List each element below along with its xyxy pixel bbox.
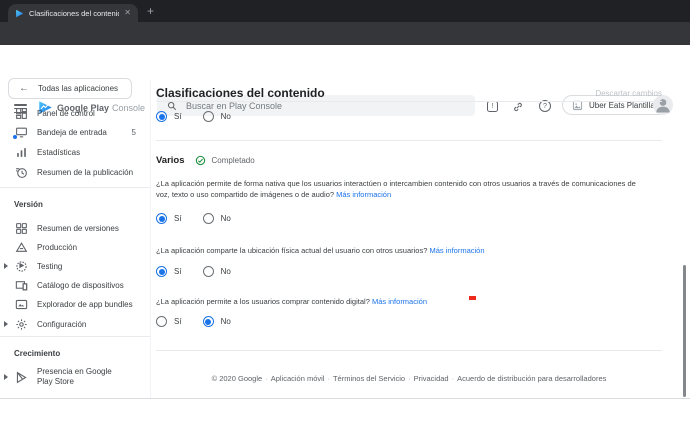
testing-icon bbox=[14, 259, 28, 273]
history-icon bbox=[14, 165, 28, 179]
search-icon bbox=[167, 101, 177, 111]
footer-link-privacidad[interactable]: Privacidad bbox=[414, 374, 449, 383]
sidebar-item-presencia-play-store[interactable]: Presencia en Google Play Store bbox=[0, 364, 150, 390]
link-icon[interactable] bbox=[512, 101, 524, 113]
section-status: Completado bbox=[212, 156, 255, 165]
sidebar-item-estadisticas[interactable]: Estadísticas bbox=[0, 143, 150, 161]
sidebar-item-catalogo-dispositivos[interactable]: Catálogo de dispositivos bbox=[0, 276, 150, 294]
footer-link-terminos[interactable]: Términos del Servicio bbox=[333, 374, 405, 383]
tab-close-icon[interactable]: ✕ bbox=[124, 9, 131, 17]
check-circle-icon bbox=[195, 155, 206, 166]
sidebar-item-bandeja-de-entrada[interactable]: Bandeja de entrada 5 bbox=[0, 123, 150, 141]
bundle-explorer-icon bbox=[14, 297, 28, 311]
sidebar-item-testing[interactable]: Testing bbox=[0, 257, 150, 275]
sidebar-item-panel-de-control[interactable]: Panel de control bbox=[0, 104, 150, 122]
copyright: © 2020 Google bbox=[212, 374, 263, 383]
content-divider bbox=[156, 101, 662, 102]
chevron-right-icon[interactable] bbox=[4, 263, 8, 269]
radio-yes[interactable] bbox=[156, 266, 167, 277]
radio-group-q2: Sí No bbox=[156, 266, 231, 277]
browser-window: Clasificaciones del contenido ✕ + ← → pl… bbox=[0, 0, 690, 431]
radio-no[interactable] bbox=[203, 266, 214, 277]
section-title: Varios bbox=[156, 155, 185, 166]
feedback-icon[interactable]: ! bbox=[487, 101, 498, 112]
section-divider bbox=[156, 140, 662, 141]
chevron-right-icon[interactable] bbox=[4, 374, 8, 380]
account-avatar[interactable] bbox=[653, 95, 673, 115]
sidebar-section-crecimiento: Crecimiento bbox=[14, 349, 60, 358]
releases-grid-icon bbox=[14, 221, 28, 235]
radio-group-top: Sí No bbox=[156, 111, 231, 122]
notification-dot bbox=[13, 135, 17, 139]
question-1: ¿La aplicación permite de forma nativa q… bbox=[156, 178, 638, 200]
more-info-link[interactable]: Más información bbox=[336, 190, 391, 199]
page-footer: © 2020 Google·Aplicación móvil·Términos … bbox=[156, 374, 662, 383]
app-header: Google PlayConsole Buscar en Play Consol… bbox=[0, 45, 690, 80]
radio-group-q1: Sí No bbox=[156, 213, 231, 224]
sidebar-divider-vertical bbox=[150, 80, 151, 398]
radio-yes[interactable] bbox=[156, 111, 167, 122]
browser-tab[interactable]: Clasificaciones del contenido ✕ bbox=[8, 4, 138, 22]
sidebar-item-resumen-versiones[interactable]: Resumen de versiones bbox=[0, 219, 150, 237]
chevron-right-icon[interactable] bbox=[4, 321, 8, 327]
tab-strip: Clasificaciones del contenido ✕ + bbox=[0, 0, 690, 22]
stats-icon bbox=[14, 145, 28, 159]
sidebar-section-version: Versión bbox=[14, 200, 43, 209]
dashboard-icon bbox=[14, 106, 28, 120]
more-info-link[interactable]: Más información bbox=[430, 246, 485, 255]
radio-group-q3: Sí No bbox=[156, 316, 231, 327]
bottom-action-bar: Volver Guardar Siguiente bbox=[0, 398, 690, 431]
section-header-varios: Varios Completado bbox=[156, 155, 255, 166]
footer-link-acuerdo[interactable]: Acuerdo de distribución para desarrollad… bbox=[457, 374, 606, 383]
annotation-mark bbox=[469, 296, 476, 300]
question-2: ¿La aplicación comparte la ubicación fís… bbox=[156, 245, 638, 256]
back-arrow-icon: ← bbox=[19, 84, 29, 94]
more-info-link[interactable]: Más información bbox=[372, 297, 427, 306]
radio-no[interactable] bbox=[203, 213, 214, 224]
sidebar-divider bbox=[0, 187, 150, 188]
footer-divider bbox=[156, 350, 662, 351]
production-icon bbox=[14, 240, 28, 254]
sidebar-item-resumen-publicacion[interactable]: Resumen de la publicación bbox=[0, 163, 150, 181]
sidebar-back-all-apps[interactable]: ← Todas las aplicaciones bbox=[8, 78, 132, 99]
tab-title: Clasificaciones del contenido bbox=[29, 9, 119, 18]
sidebar-item-produccion[interactable]: Producción bbox=[0, 238, 150, 256]
radio-yes[interactable] bbox=[156, 316, 167, 327]
tab-favicon-icon bbox=[15, 9, 24, 18]
scrollbar-thumb[interactable] bbox=[683, 265, 686, 397]
inbox-count-badge: 5 bbox=[132, 128, 136, 137]
gear-icon bbox=[14, 317, 28, 331]
page-title: Clasificaciones del contenido bbox=[156, 86, 325, 100]
question-3: ¿La aplicación permite a los usuarios co… bbox=[156, 296, 638, 307]
inbox-icon bbox=[14, 125, 28, 139]
play-store-icon bbox=[14, 370, 28, 384]
discard-changes-button[interactable]: Descartar cambios bbox=[595, 89, 662, 98]
radio-yes[interactable] bbox=[156, 213, 167, 224]
search-placeholder: Buscar en Play Console bbox=[186, 101, 282, 111]
devices-icon bbox=[14, 278, 28, 292]
radio-no[interactable] bbox=[203, 316, 214, 327]
sidebar-divider bbox=[0, 336, 150, 337]
new-tab-button[interactable]: + bbox=[147, 5, 154, 17]
browser-toolbar: ← → play.google.com/console/u/0/develope… bbox=[0, 22, 690, 45]
sidebar-item-explorador-app-bundles[interactable]: Explorador de app bundles bbox=[0, 295, 150, 313]
footer-link-app-movil[interactable]: Aplicación móvil bbox=[271, 374, 325, 383]
radio-no[interactable] bbox=[203, 111, 214, 122]
sidebar-item-configuracion[interactable]: Configuración bbox=[0, 315, 150, 333]
